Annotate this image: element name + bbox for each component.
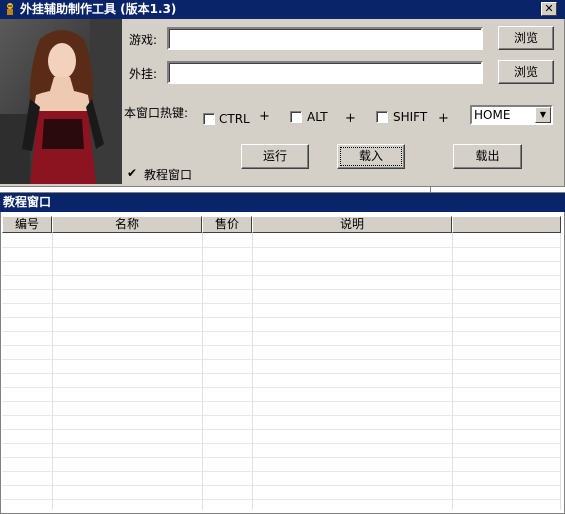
table-row-line: [2, 485, 560, 486]
column-header-price[interactable]: 售价: [202, 216, 252, 233]
table-row-line: [2, 247, 560, 248]
close-button[interactable]: ✕: [541, 2, 557, 16]
shift-checkbox[interactable]: [376, 111, 388, 123]
avatar-photo: [0, 19, 122, 184]
table-row-line: [2, 499, 560, 500]
tutorial-window-title: 教程窗口: [3, 195, 52, 209]
table-row-line: [2, 373, 560, 374]
table-row-line: [2, 471, 560, 472]
column-line: [202, 233, 203, 510]
tutorial-checkbox[interactable]: ✔: [127, 167, 140, 180]
plus-sign: +: [345, 111, 356, 126]
ctrl-label: CTRL: [219, 112, 250, 126]
table-row-line: [2, 415, 560, 416]
column-line: [252, 233, 253, 510]
app-icon: [7, 3, 13, 15]
title-bar[interactable]: 外挂辅助制作工具 (版本1.3): [0, 0, 565, 19]
dropdown-arrow-icon[interactable]: ▼: [535, 107, 551, 123]
browse-game-button[interactable]: 浏览: [498, 26, 554, 50]
tutorial-window: [0, 192, 565, 514]
alt-label: ALT: [307, 110, 328, 124]
game-label: 游戏:: [129, 33, 158, 47]
table-row-line: [2, 261, 560, 262]
column-header-description[interactable]: 说明: [252, 216, 452, 233]
table-row-line: [2, 345, 560, 346]
run-button[interactable]: 运行: [241, 144, 309, 169]
unload-button[interactable]: 载出: [453, 144, 522, 169]
ctrl-checkbox[interactable]: [203, 113, 215, 125]
game-path-input[interactable]: [167, 27, 483, 50]
table-row-line: [2, 387, 560, 388]
hotkey-select-value: HOME: [474, 108, 511, 122]
table-row-line: [2, 303, 560, 304]
table-row-line: [2, 429, 560, 430]
column-line: [560, 233, 561, 510]
plus-sign: +: [259, 109, 270, 124]
table-row-line: [2, 275, 560, 276]
close-icon: ✕: [544, 2, 554, 15]
table-row-line: [2, 457, 560, 458]
browse-plugin-button[interactable]: 浏览: [498, 60, 554, 84]
table-row-line: [2, 359, 560, 360]
column-line: [52, 233, 53, 510]
plugin-path-input[interactable]: [167, 61, 483, 84]
column-header-id[interactable]: 编号: [2, 216, 52, 233]
tutorial-title-bar[interactable]: 教程窗口: [0, 193, 565, 212]
window-title: 外挂辅助制作工具 (版本1.3): [20, 2, 177, 16]
table-row-line: [2, 401, 560, 402]
table-row-line: [2, 443, 560, 444]
shift-label: SHIFT: [393, 110, 428, 124]
table-row-line: [2, 317, 560, 318]
avatar-image: [0, 19, 122, 184]
hotkey-select[interactable]: HOME ▼: [470, 105, 553, 125]
column-line: [452, 233, 453, 510]
table-row-line: [2, 331, 560, 332]
column-header-extra[interactable]: [452, 216, 561, 233]
plus-sign: +: [438, 111, 449, 126]
load-button[interactable]: 载入: [337, 144, 405, 169]
hotkey-label: 本窗口热键:: [124, 106, 189, 120]
alt-checkbox[interactable]: [290, 111, 302, 123]
plugin-label: 外挂:: [129, 67, 158, 81]
tutorial-checkbox-label: 教程窗口: [144, 168, 193, 182]
table-row-line: [2, 289, 560, 290]
column-header-name[interactable]: 名称: [52, 216, 202, 233]
checkmark-icon: ✔: [127, 166, 138, 180]
